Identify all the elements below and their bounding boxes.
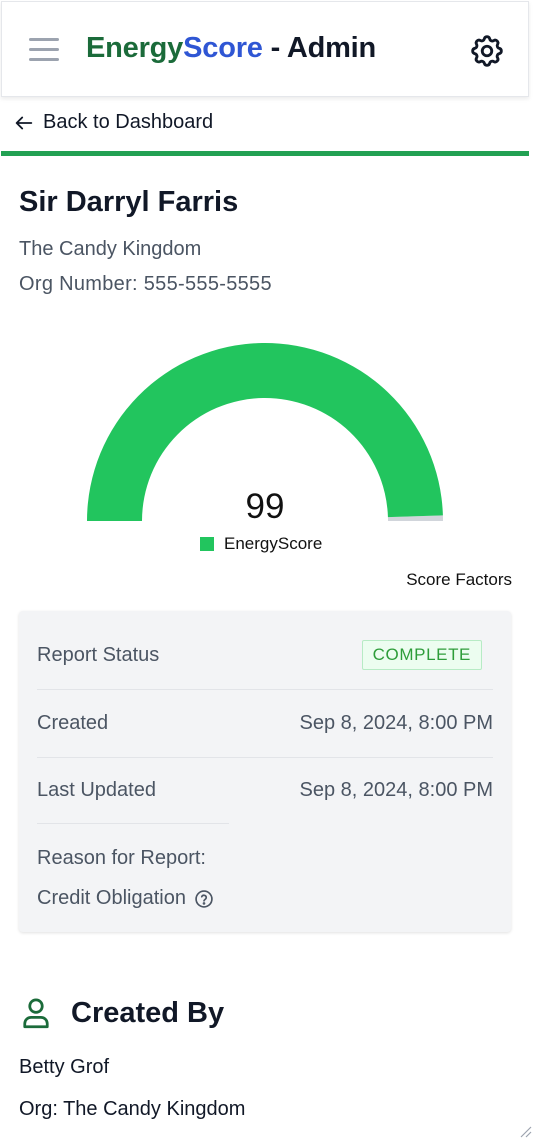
last-updated-label: Last Updated <box>37 779 156 801</box>
reason-label: Reason for Report: <box>37 847 206 869</box>
row-divider <box>37 689 493 690</box>
back-link-label: Back to Dashboard <box>43 111 214 133</box>
page: EnergyScore - Admin Back to Dashboard Si… <box>0 0 534 1140</box>
gauge-value: 99 <box>245 487 285 526</box>
created-by-heading: Created By <box>21 996 224 1030</box>
brand-energy: Energy <box>86 32 184 64</box>
creator-org: Org: The Candy Kingdom <box>19 1098 246 1120</box>
brand-admin-suffix: - Admin <box>262 32 377 64</box>
score-factors-link[interactable]: Score Factors <box>406 570 512 590</box>
legend-swatch <box>200 537 214 551</box>
reason-value-row: Credit Obligation <box>37 887 214 910</box>
app-header: EnergyScore - Admin <box>1 1 529 97</box>
gauge-legend: EnergyScore <box>200 534 322 554</box>
row-divider <box>37 757 493 758</box>
report-details-card: Report Status COMPLETE Created Sep 8, 20… <box>19 611 511 932</box>
gear-icon[interactable] <box>468 32 506 70</box>
profile-name: Sir Darryl Farris <box>19 186 239 218</box>
created-value: Sep 8, 2024, 8:00 PM <box>299 712 493 734</box>
app-title: EnergyScore - Admin <box>86 32 376 65</box>
profile-org-number: Org Number: 555-555-5555 <box>19 273 272 295</box>
reason-value: Credit Obligation <box>37 887 186 909</box>
legend-label: EnergyScore <box>224 534 323 553</box>
created-by-title: Created By <box>71 996 225 1029</box>
created-label: Created <box>37 712 109 734</box>
section-divider <box>1 151 529 156</box>
resize-handle-icon[interactable] <box>518 1124 532 1138</box>
creator-name: Betty Grof <box>19 1056 110 1078</box>
last-updated-value: Sep 8, 2024, 8:00 PM <box>299 779 493 801</box>
hamburger-menu-icon[interactable] <box>29 38 59 64</box>
question-circle-icon[interactable] <box>194 889 214 909</box>
profile-organization: The Candy Kingdom <box>19 238 202 260</box>
user-icon <box>23 998 49 1029</box>
status-badge: COMPLETE <box>361 640 482 670</box>
back-to-dashboard-link[interactable]: Back to Dashboard <box>13 111 213 134</box>
report-status-label: Report Status <box>37 644 160 666</box>
brand-score: Score <box>183 32 263 64</box>
arrow-left-icon <box>15 116 33 129</box>
row-divider <box>37 823 229 824</box>
